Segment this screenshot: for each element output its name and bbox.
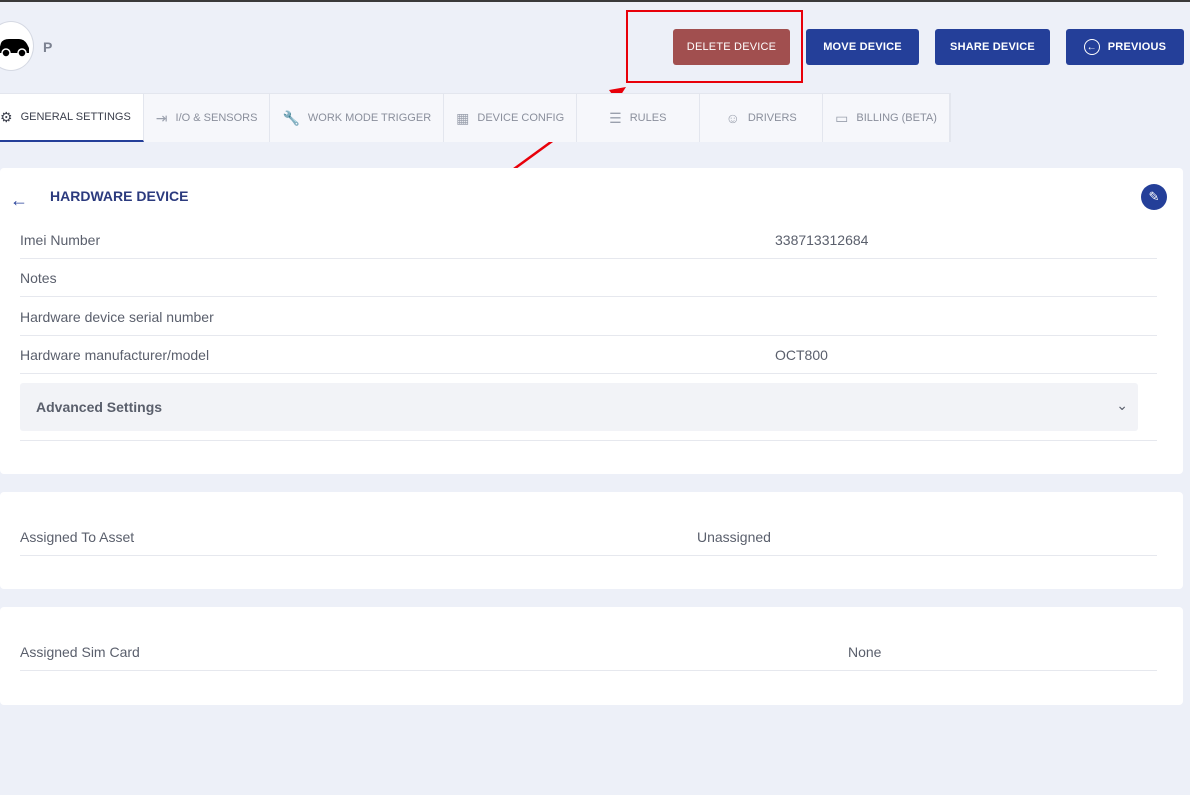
hardware-device-card: ← HARDWARE DEVICE ✎ Imei Number 33871331… xyxy=(0,168,1183,474)
previous-button[interactable]: ← PREVIOUS xyxy=(1066,29,1184,65)
settings-tabs: ⚙ GENERAL SETTINGS ⇥ I/O & SENSORS 🔧 WOR… xyxy=(0,93,951,142)
row-label: Notes xyxy=(20,270,57,286)
window-top-border xyxy=(0,0,1190,2)
back-arrow-icon[interactable]: ← xyxy=(10,190,28,211)
row-label: Hardware device serial number xyxy=(20,309,214,325)
row-label: Imei Number xyxy=(20,232,101,248)
share-device-button[interactable]: SHARE DEVICE xyxy=(935,29,1050,65)
tab-label: I/O & SENSORS xyxy=(175,112,258,124)
previous-label: PREVIOUS xyxy=(1107,41,1167,53)
arrow-left-circle-icon: ← xyxy=(1083,39,1100,55)
advanced-settings-accordion[interactable]: Advanced Settings ⌄ xyxy=(20,383,1138,431)
tab-rules[interactable]: ☰ RULES xyxy=(577,94,701,142)
gear-icon: ⚙ xyxy=(0,108,13,125)
row-value: 338713312684 xyxy=(775,232,869,248)
info-row-imei: Imei Number 338713312684 xyxy=(20,220,1157,259)
list-icon: ☰ xyxy=(609,109,622,126)
card-title: HARDWARE DEVICE xyxy=(50,188,189,204)
highlight-box-annotation xyxy=(626,10,803,83)
tab-work-mode-trigger[interactable]: 🔧 WORK MODE TRIGGER xyxy=(270,94,445,142)
sign-in-icon: ⇥ xyxy=(155,109,168,126)
car-icon xyxy=(0,39,29,58)
tab-label: GENERAL SETTINGS xyxy=(20,111,131,123)
assigned-sim-card: Assigned Sim Card None xyxy=(0,607,1183,705)
info-row-manufacturer-model: Hardware manufacturer/model OCT800 xyxy=(20,336,1157,374)
row-label: Assigned To Asset xyxy=(20,529,135,545)
row-value: None xyxy=(848,644,882,660)
wallet-icon: ▭ xyxy=(835,109,849,126)
row-value: OCT800 xyxy=(775,347,828,363)
row-value: Unassigned xyxy=(697,529,771,545)
wrench-icon: 🔧 xyxy=(282,109,300,126)
row-label: Hardware manufacturer/model xyxy=(20,347,210,363)
info-row-assigned-asset: Assigned To Asset Unassigned xyxy=(20,521,1157,556)
assigned-asset-card: Assigned To Asset Unassigned xyxy=(0,492,1183,589)
tab-label: DRIVERS xyxy=(747,112,797,124)
user-icon: ☺ xyxy=(725,110,740,126)
table-icon: ▦ xyxy=(456,109,470,126)
divider xyxy=(20,440,1157,441)
move-device-label: MOVE DEVICE xyxy=(823,41,902,53)
info-row-notes: Notes xyxy=(20,259,1157,297)
tab-label: BILLING (BETA) xyxy=(856,112,937,124)
edit-pencil-icon[interactable]: ✎ xyxy=(1141,184,1167,210)
chevron-down-icon: ⌄ xyxy=(1116,397,1128,413)
row-label: Assigned Sim Card xyxy=(20,644,140,660)
tab-general-settings[interactable]: ⚙ GENERAL SETTINGS xyxy=(0,94,144,142)
tab-label: DEVICE CONFIG xyxy=(477,112,565,124)
tab-label: WORK MODE TRIGGER xyxy=(307,112,432,124)
tab-device-config[interactable]: ▦ DEVICE CONFIG xyxy=(444,94,578,142)
device-name: P xyxy=(43,39,53,55)
advanced-settings-label: Advanced Settings xyxy=(36,399,163,415)
info-row-serial-number: Hardware device serial number xyxy=(20,297,1157,336)
info-row-assigned-sim: Assigned Sim Card None xyxy=(20,636,1157,671)
share-device-label: SHARE DEVICE xyxy=(950,41,1035,53)
move-device-button[interactable]: MOVE DEVICE xyxy=(806,29,919,65)
tab-label: RULES xyxy=(629,112,667,124)
tab-drivers[interactable]: ☺ DRIVERS xyxy=(700,94,824,142)
tab-billing[interactable]: ▭ BILLING (BETA) xyxy=(823,94,950,142)
tab-io-sensors[interactable]: ⇥ I/O & SENSORS xyxy=(144,94,271,142)
device-avatar xyxy=(0,21,34,71)
